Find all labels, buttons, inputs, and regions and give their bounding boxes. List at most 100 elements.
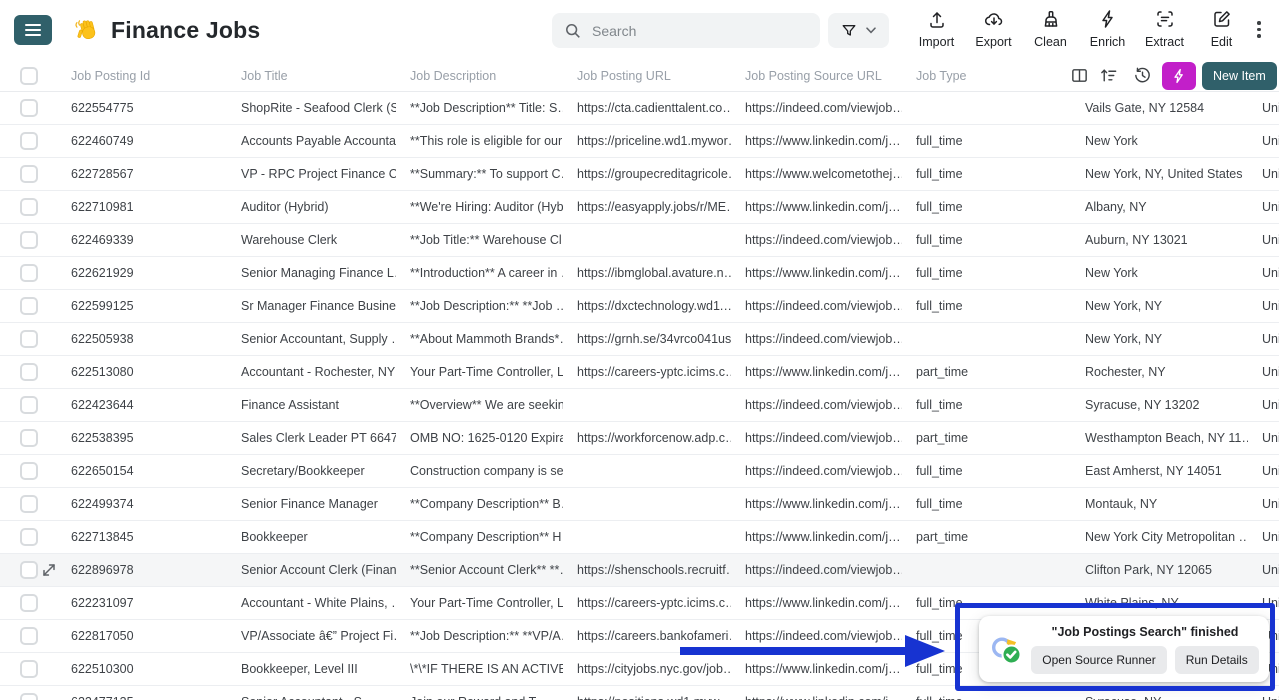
cell-job-description: **Company Description** H… bbox=[396, 530, 563, 544]
cell-job-type: full_time bbox=[902, 266, 1071, 280]
cell-job-posting-source-url: https://indeed.com/viewjob… bbox=[731, 398, 902, 412]
row-checkbox[interactable] bbox=[20, 99, 38, 117]
row-checkbox[interactable] bbox=[20, 231, 38, 249]
table-row[interactable]: 622513080 Accountant - Rochester, NY … Y… bbox=[0, 356, 1279, 389]
cell-location: New York bbox=[1071, 266, 1248, 280]
cell-job-description: **We're Hiring: Auditor (Hyb… bbox=[396, 200, 563, 214]
hamburger-menu-button[interactable] bbox=[14, 15, 52, 45]
row-checkbox[interactable] bbox=[20, 363, 38, 381]
search-icon bbox=[564, 22, 582, 40]
row-checkbox[interactable] bbox=[20, 495, 38, 513]
split-columns-button[interactable] bbox=[1068, 64, 1091, 90]
cell-job-type: part_time bbox=[902, 431, 1071, 445]
automation-button[interactable] bbox=[1162, 62, 1196, 90]
row-checkbox[interactable] bbox=[20, 429, 38, 447]
column-header[interactable]: Job Title bbox=[227, 69, 396, 83]
cell-job-posting-url: https://cta.cadienttalent.co… bbox=[563, 101, 731, 115]
row-select-cell bbox=[0, 323, 57, 355]
row-checkbox[interactable] bbox=[20, 396, 38, 414]
sort-button[interactable] bbox=[1097, 64, 1120, 90]
table-row[interactable]: 622710981 Auditor (Hybrid) **We're Hirin… bbox=[0, 191, 1279, 224]
row-select-cell bbox=[0, 422, 57, 454]
table-row[interactable]: 622621929 Senior Managing Finance L… **I… bbox=[0, 257, 1279, 290]
table-row[interactable]: 622713845 Bookkeeper **Company Descripti… bbox=[0, 521, 1279, 554]
cell-country: United States bbox=[1248, 464, 1279, 478]
enrich-button[interactable]: Enrich bbox=[1079, 9, 1136, 49]
cell-job-posting-url: https://positions.wd1.myw… bbox=[563, 695, 731, 700]
row-select-cell bbox=[0, 455, 57, 487]
cell-country: United States bbox=[1248, 134, 1279, 148]
column-header[interactable]: Job Posting Id bbox=[57, 69, 227, 83]
cell-location: New York City Metropolitan … bbox=[1071, 530, 1248, 544]
export-button[interactable]: Export bbox=[965, 9, 1022, 49]
row-select-cell bbox=[0, 488, 57, 520]
row-checkbox[interactable] bbox=[20, 132, 38, 150]
row-checkbox[interactable] bbox=[20, 165, 38, 183]
kebab-menu-button[interactable] bbox=[1253, 17, 1265, 42]
row-checkbox[interactable] bbox=[20, 561, 38, 579]
row-checkbox[interactable] bbox=[20, 693, 38, 700]
row-checkbox[interactable] bbox=[20, 264, 38, 282]
row-checkbox[interactable] bbox=[20, 198, 38, 216]
cell-job-posting-source-url: https://indeed.com/viewjob… bbox=[731, 101, 902, 115]
column-header[interactable]: Job Type bbox=[902, 69, 1071, 83]
cell-job-description: **Summary:** To support C… bbox=[396, 167, 563, 181]
cell-job-posting-url: https://careers.bankofameri… bbox=[563, 629, 731, 643]
cell-job-posting-id: 622513080 bbox=[57, 365, 227, 379]
cell-job-posting-source-url: https://www.welcometothej… bbox=[731, 167, 902, 181]
cell-country: United States bbox=[1248, 431, 1279, 445]
cell-location: New York, NY bbox=[1071, 332, 1248, 346]
open-source-runner-button[interactable]: Open Source Runner bbox=[1031, 646, 1166, 674]
cell-job-posting-url: https://groupecreditagricole… bbox=[563, 167, 731, 181]
row-checkbox[interactable] bbox=[20, 594, 38, 612]
cell-job-posting-id: 622510300 bbox=[57, 662, 227, 676]
cell-job-posting-source-url: https://www.linkedin.com/j… bbox=[731, 365, 902, 379]
row-select-cell bbox=[0, 521, 57, 553]
upload-icon bbox=[927, 9, 947, 32]
column-header[interactable]: Job Posting URL bbox=[563, 69, 731, 83]
row-select-cell bbox=[0, 356, 57, 388]
table-row[interactable]: 622728567 VP - RPC Project Finance Cr… *… bbox=[0, 158, 1279, 191]
history-button[interactable] bbox=[1131, 64, 1154, 90]
cell-job-description: **Job Description:** **Job … bbox=[396, 299, 563, 313]
column-header[interactable]: Job Description bbox=[396, 69, 563, 83]
clean-button[interactable]: Clean bbox=[1022, 9, 1079, 49]
table-row[interactable]: 622896978 Senior Account Clerk (Finan… *… bbox=[0, 554, 1279, 587]
row-checkbox[interactable] bbox=[20, 297, 38, 315]
cell-job-posting-source-url: https://indeed.com/viewjob… bbox=[731, 464, 902, 478]
scan-text-icon bbox=[1155, 9, 1175, 32]
table-row[interactable]: 622650154 Secretary/Bookkeeper Construct… bbox=[0, 455, 1279, 488]
row-checkbox[interactable] bbox=[20, 627, 38, 645]
search-box[interactable] bbox=[552, 13, 820, 48]
import-button[interactable]: Import bbox=[908, 9, 965, 49]
table-row[interactable]: 622469339 Warehouse Clerk **Job Title:**… bbox=[0, 224, 1279, 257]
table-row[interactable]: 622554775 ShopRite - Seafood Clerk (S… *… bbox=[0, 92, 1279, 125]
run-details-button[interactable]: Run Details bbox=[1175, 646, 1259, 674]
table-row[interactable]: 622599125 Sr Manager Finance Busine… **J… bbox=[0, 290, 1279, 323]
table-row[interactable]: 622499374 Senior Finance Manager **Compa… bbox=[0, 488, 1279, 521]
extract-button[interactable]: Extract bbox=[1136, 9, 1193, 49]
edit-button[interactable]: Edit bbox=[1193, 9, 1250, 49]
table-row[interactable]: 622477135 Senior Accountant - S… Join ou… bbox=[0, 686, 1279, 700]
row-checkbox[interactable] bbox=[20, 528, 38, 546]
row-checkbox[interactable] bbox=[20, 660, 38, 678]
table-row[interactable]: 622423644 Finance Assistant **Overview**… bbox=[0, 389, 1279, 422]
column-header[interactable]: Job Posting Source URL bbox=[731, 69, 902, 83]
table-row[interactable]: 622505938 Senior Accountant, Supply … **… bbox=[0, 323, 1279, 356]
select-all-checkbox[interactable] bbox=[20, 67, 38, 85]
row-select-cell bbox=[0, 389, 57, 421]
row-checkbox[interactable] bbox=[20, 462, 38, 480]
new-item-button[interactable]: New Item bbox=[1202, 62, 1277, 90]
table-row[interactable]: 622538395 Sales Clerk Leader PT 6647 OMB… bbox=[0, 422, 1279, 455]
cell-job-posting-source-url: https://www.linkedin.com/j… bbox=[731, 134, 902, 148]
cell-job-posting-id: 622817050 bbox=[57, 629, 227, 643]
cell-location: New York, NY, United States bbox=[1071, 167, 1248, 181]
enrich-label: Enrich bbox=[1090, 35, 1125, 49]
notification-title: "Job Postings Search" finished bbox=[1052, 625, 1239, 639]
search-input[interactable] bbox=[592, 23, 808, 39]
filter-button[interactable] bbox=[828, 13, 889, 48]
table-row[interactable]: 622460749 Accounts Payable Accounta… **T… bbox=[0, 125, 1279, 158]
expand-row-icon[interactable] bbox=[42, 563, 56, 577]
table-body: 622554775 ShopRite - Seafood Clerk (S… *… bbox=[0, 92, 1279, 700]
row-checkbox[interactable] bbox=[20, 330, 38, 348]
